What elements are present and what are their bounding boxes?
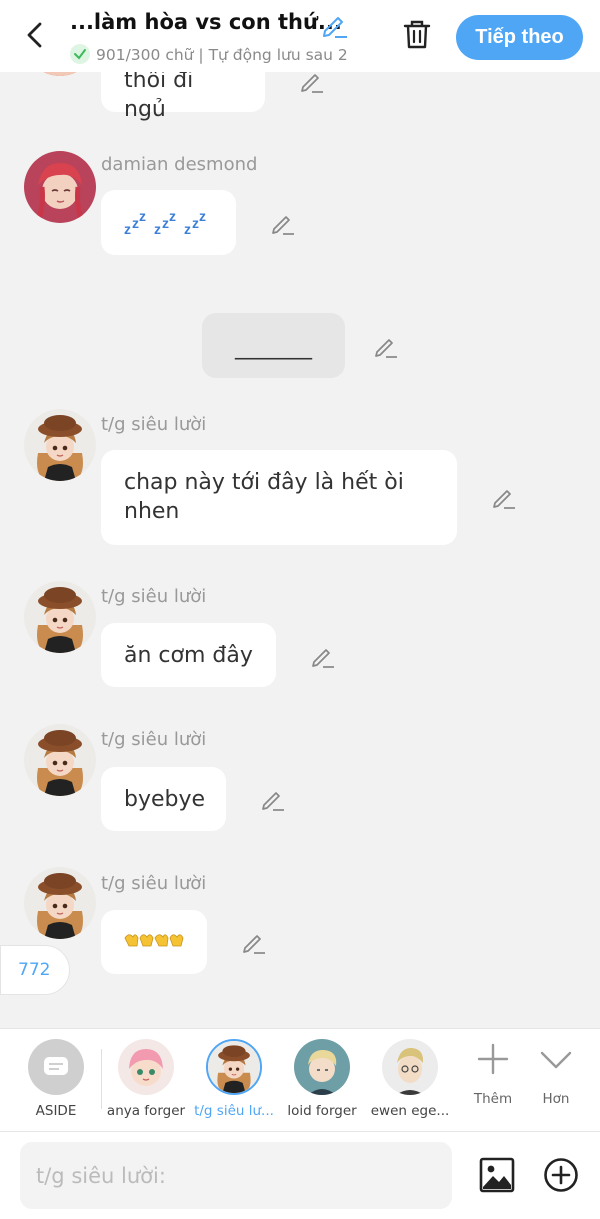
aside-avatar xyxy=(28,1039,84,1095)
message-bubble[interactable]: byebye xyxy=(101,767,226,831)
svg-text:z: z xyxy=(132,215,139,231)
word-count-text: 901/300 chữ | Tự động lưu sau 2 xyxy=(96,46,348,64)
image-icon[interactable] xyxy=(478,1156,516,1194)
message-text-line: chap này tới đây là hết òi xyxy=(124,470,404,495)
sleep-emoji-icon: zzz zzz zzz xyxy=(124,208,206,237)
svg-text:z: z xyxy=(199,208,206,224)
message-input[interactable] xyxy=(20,1142,452,1209)
composer xyxy=(0,1132,600,1219)
chat-bubble-icon xyxy=(44,1057,68,1075)
message-bubble[interactable]: 👐👐 xyxy=(101,910,207,974)
character-label: anya forger xyxy=(106,1103,186,1119)
message-text: byebye xyxy=(124,787,206,812)
edit-message-icon[interactable] xyxy=(372,333,398,359)
svg-text:z: z xyxy=(154,221,161,237)
character-aside[interactable]: ASIDE xyxy=(11,1029,101,1133)
character-label: ewen ege... xyxy=(370,1103,450,1119)
svg-text:z: z xyxy=(162,215,169,231)
character-label: t/g siêu lư... xyxy=(194,1103,274,1119)
svg-text:z: z xyxy=(192,215,199,231)
edit-message-icon[interactable] xyxy=(240,929,266,955)
edit-message-icon[interactable] xyxy=(490,484,516,510)
character-name: t/g siêu lười xyxy=(101,873,207,894)
edit-message-icon[interactable] xyxy=(269,210,295,236)
character-name: t/g siêu lười xyxy=(101,414,207,435)
more-label: Hơn xyxy=(542,1091,570,1107)
avatar-selected xyxy=(206,1039,262,1095)
svg-text:z: z xyxy=(124,221,131,237)
edit-message-icon[interactable] xyxy=(259,786,285,812)
avatar[interactable] xyxy=(24,867,96,939)
word-counter-badge[interactable]: 772 xyxy=(0,945,70,995)
message-bubble[interactable]: 💤💤💤 zzz zzz zzz xyxy=(101,190,236,255)
avatar[interactable] xyxy=(24,151,96,223)
edit-title-icon[interactable] xyxy=(320,10,348,38)
character-label: loid forger xyxy=(287,1103,357,1119)
svg-text:z: z xyxy=(169,208,176,224)
edit-message-icon[interactable] xyxy=(309,643,335,669)
add-circle-icon[interactable] xyxy=(542,1156,580,1194)
character-label: ASIDE xyxy=(35,1103,77,1119)
character-anya-forger[interactable]: anya forger xyxy=(101,1029,191,1133)
plus-icon xyxy=(477,1043,509,1075)
avatar xyxy=(382,1039,438,1095)
character-name: damian desmond xyxy=(101,154,258,175)
chevron-down-icon xyxy=(540,1051,572,1069)
message-bubble[interactable]: chap này tới đây là hết òi nhen xyxy=(101,450,457,545)
open-hands-emoji-icon xyxy=(124,934,184,947)
check-icon xyxy=(70,44,90,64)
app-header: ...làm hòa vs con thứ... 901/300 chữ | T… xyxy=(0,0,600,72)
story-title[interactable]: ...làm hòa vs con thứ... xyxy=(70,10,342,34)
svg-text:z: z xyxy=(139,208,146,224)
next-button[interactable]: Tiếp theo xyxy=(456,15,583,60)
back-arrow-icon[interactable] xyxy=(18,18,52,52)
avatar xyxy=(118,1039,174,1095)
narration-bubble[interactable]: _______ xyxy=(202,313,345,378)
character-loid-forger[interactable]: loid forger xyxy=(277,1029,367,1133)
character-tg-sieu-luoi[interactable]: t/g siêu lư... xyxy=(189,1029,279,1133)
character-selector: ASIDE anya forger t/g siêu lư... loid fo… xyxy=(0,1028,600,1132)
character-name: t/g siêu lười xyxy=(101,586,207,607)
message-text: thôi đi ngủ xyxy=(124,68,194,122)
avatar[interactable] xyxy=(24,409,96,481)
add-character-button[interactable]: Thêm xyxy=(463,1029,523,1133)
trash-icon[interactable] xyxy=(400,18,434,52)
save-status: 901/300 chữ | Tự động lưu sau 2 xyxy=(70,44,375,66)
add-label: Thêm xyxy=(473,1091,513,1107)
character-name: t/g siêu lười xyxy=(101,729,207,750)
message-text: ăn cơm đây xyxy=(124,643,253,668)
message-text: _______ xyxy=(235,335,312,360)
avatar[interactable] xyxy=(24,581,96,653)
message-bubble[interactable]: ăn cơm đây xyxy=(101,623,276,687)
character-ewen[interactable]: ewen ege... xyxy=(365,1029,455,1133)
more-button[interactable]: Hơn xyxy=(526,1029,586,1133)
message-text-line: nhen xyxy=(124,499,180,524)
avatar[interactable] xyxy=(24,724,96,796)
avatar xyxy=(294,1039,350,1095)
svg-text:z: z xyxy=(184,221,191,237)
